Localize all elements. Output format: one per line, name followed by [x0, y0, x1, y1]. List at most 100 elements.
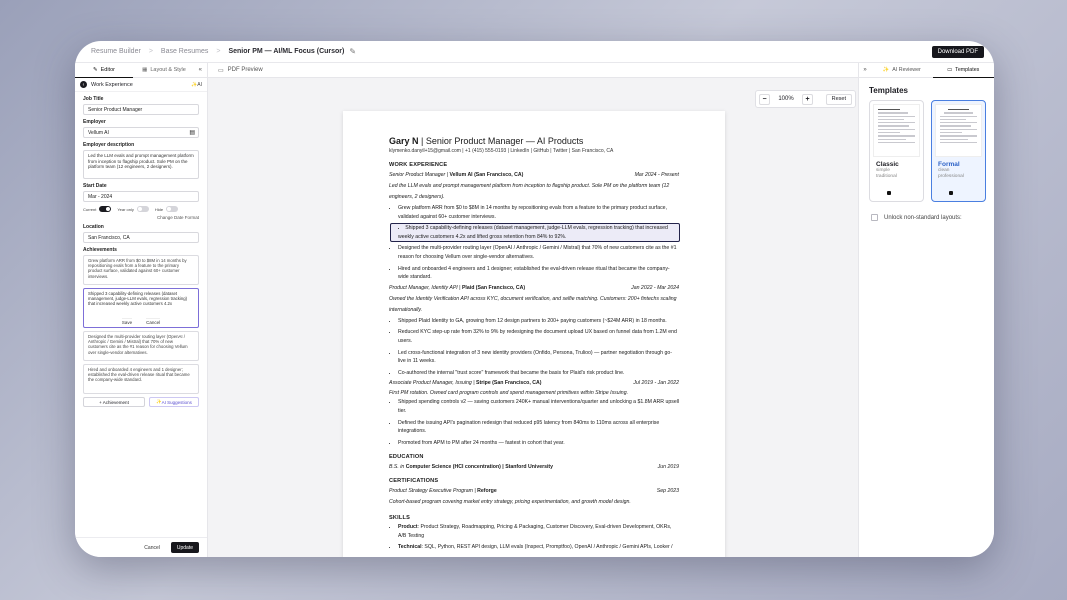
expand-icon[interactable]: »: [859, 63, 871, 78]
download-pdf-button[interactable]: Download PDF: [931, 46, 984, 58]
resume-header: Gary N | Senior Product Manager — AI Pro…: [389, 136, 679, 147]
year-only-label: Year only: [117, 206, 134, 212]
skill-label: Product: [398, 524, 418, 531]
editor-panel: ✎ Editor ▦ Layout & Style « ‹ Work Exper…: [75, 63, 208, 557]
tab-templates[interactable]: ▭ Templates: [932, 63, 994, 78]
breadcrumb-root[interactable]: Resume Builder: [91, 48, 141, 55]
tab-layout-label: Layout & Style: [150, 67, 186, 73]
bullet-item: Led cross-functional integration of 3 ne…: [398, 349, 679, 366]
templates-heading: Templates: [869, 86, 908, 95]
app-window: Resume Builder > Base Resumes > Senior P…: [75, 41, 994, 557]
skill-value: : Product Strategy, Roadmapping, Pricing…: [398, 524, 672, 539]
tab-editor[interactable]: ✎ Editor: [75, 63, 133, 78]
job-dates: Jul 2019 - Jan 2022: [633, 380, 679, 387]
job-header: Product Manager, Identity API | Plaid (S…: [389, 285, 679, 292]
update-button[interactable]: Update: [170, 542, 199, 553]
year-only-toggle[interactable]: [136, 206, 149, 212]
reset-zoom-button[interactable]: Reset: [825, 93, 852, 105]
achievement-item[interactable]: Designed the multi-provider routing laye…: [83, 331, 199, 361]
template-name: Formal: [938, 161, 960, 168]
color-swatch[interactable]: [887, 191, 891, 195]
hide-toggle[interactable]: [166, 206, 179, 212]
bullet-item: Promoted from APM to PM after 24 months …: [398, 439, 679, 448]
achievement-item[interactable]: Hired and onboarded 4 engineers and 1 de…: [83, 364, 199, 394]
ai-suggestions-button[interactable]: ✨ AI Suggestions: [149, 397, 199, 407]
employer-description-textarea[interactable]: Led the LLM evals and prompt management …: [83, 150, 199, 179]
achievement-item[interactable]: Grew platform ARR from $0 to $8M in 14 m…: [83, 255, 199, 285]
breadcrumb-separator: >: [216, 48, 221, 55]
collapse-icon[interactable]: «: [199, 67, 202, 73]
unlock-layouts-checkbox[interactable]: [871, 214, 878, 221]
education-heading: EDUCATION: [389, 454, 424, 461]
template-icon: ▭: [947, 66, 953, 73]
zoom-level: 100%: [778, 96, 794, 102]
change-date-format-link[interactable]: Change Date Format: [83, 215, 199, 220]
bullet-item: Reduced KYC step-up rate from 32% to 9% …: [398, 328, 679, 345]
start-date-label: Start Date: [83, 183, 107, 189]
top-bar: Resume Builder > Base Resumes > Senior P…: [75, 41, 994, 63]
ai-label: AI: [197, 81, 202, 88]
color-swatch[interactable]: [949, 191, 953, 195]
pencil-icon[interactable]: ✎: [349, 47, 356, 56]
skill-label: Technical: [398, 544, 422, 551]
job-header: Senior Product Manager | Vellum AI (San …: [389, 172, 679, 179]
skills-list: Product: Product Strategy, Roadmapping, …: [389, 523, 679, 552]
zoom-out-button[interactable]: −: [759, 93, 770, 105]
bullet-item: Hired and onboarded 4 engineers and 1 de…: [398, 265, 679, 282]
current-toggle[interactable]: [99, 206, 112, 212]
save-button[interactable]: Save: [121, 317, 133, 325]
tab-pdf-preview[interactable]: PDF Preview: [228, 67, 263, 73]
template-card-formal[interactable]: Formal clean professional: [931, 100, 986, 202]
cert-date: Sep 2023: [656, 488, 679, 495]
resume-contact: klymenko.danyil+15@gmail.com | +1 (415) …: [389, 148, 614, 154]
preview-panel: ▭ PDF Preview − 100% + Reset Gary N | Se…: [208, 63, 858, 557]
section-title: Work Experience: [91, 81, 133, 88]
job-employer: Stripe (San Francisco, CA): [476, 380, 542, 387]
employer-input[interactable]: Vellum AI ▤: [83, 127, 199, 138]
template-card-classic[interactable]: Classic simple traditional: [869, 100, 924, 202]
add-achievement-button[interactable]: + Achievement: [83, 397, 145, 407]
employer-description-label: Employer description: [83, 142, 135, 148]
bullet-item: Grew platform ARR from $0 to $8M in 14 m…: [398, 204, 679, 221]
current-label: Current: [83, 206, 97, 212]
back-icon[interactable]: ‹: [80, 81, 87, 88]
employer-label: Employer: [83, 119, 106, 125]
preview-tab-bar: ▭ PDF Preview: [208, 63, 858, 78]
achievement-item-editing[interactable]: Shipped 3 capability-defining releases (…: [83, 288, 199, 328]
skill-value: : SQL, Python, REST API design, LLM eval…: [421, 544, 673, 551]
achievements-label: Achievements: [83, 247, 117, 253]
layout-icon: ▦: [142, 67, 148, 73]
bullet-item: Defined the issuing API's pagination red…: [398, 419, 679, 436]
template-thumbnail: [935, 104, 982, 157]
breadcrumb-parent[interactable]: Base Resumes: [161, 48, 208, 55]
tab-layout-style[interactable]: ▦ Layout & Style: [133, 63, 195, 78]
editor-footer: Cancel Update: [75, 537, 207, 557]
zoom-in-button[interactable]: +: [802, 93, 813, 105]
cancel-edit-button[interactable]: Cancel: [146, 317, 161, 325]
job-title-label: Job Title: [83, 96, 104, 102]
education-degree: B.S. in: [389, 464, 406, 471]
cancel-button[interactable]: Cancel: [139, 542, 165, 553]
job-dates: Jan 2022 - Mar 2024: [631, 284, 679, 291]
resume-title: | Senior Product Manager — AI Products: [418, 136, 584, 146]
template-grid: Classic simple traditional Formal clean …: [869, 100, 994, 202]
bullet-item-highlighted[interactable]: Shipped 3 capability-defining releases (…: [390, 223, 680, 243]
job-header: Associate Product Manager, Issuing | Str…: [389, 380, 679, 387]
location-input[interactable]: San Francisco, CA: [83, 232, 199, 243]
tab-templates-label: Templates: [955, 66, 980, 73]
unlock-layouts-label: Unlock non-standard layouts:: [884, 214, 962, 221]
achievement-edit-text[interactable]: Shipped 3 capability-defining releases (…: [88, 291, 187, 306]
job-bullets: Shipped Plaid Identity to GA, growing fr…: [389, 317, 679, 378]
tab-editor-label: Editor: [100, 66, 115, 73]
sparkle-icon: ✨: [882, 67, 890, 73]
template-tag: traditional: [876, 174, 897, 179]
job-title-input[interactable]: Senior Product Manager: [83, 104, 199, 115]
bullet-item: Shipped Plaid Identity to GA, growing fr…: [398, 317, 679, 326]
certification-row: Product Strategy Executive Program | Ref…: [389, 488, 679, 495]
start-date-input[interactable]: Mar - 2024: [83, 191, 199, 202]
tab-ai-reviewer[interactable]: ✨ AI Reviewer: [871, 63, 933, 78]
resume-page: Gary N | Senior Product Manager — AI Pro…: [343, 111, 725, 557]
breadcrumb-separator: >: [148, 48, 153, 55]
ai-sparkle-button[interactable]: ✨AI: [191, 82, 202, 88]
unlock-layouts-row: Unlock non-standard layouts:: [871, 214, 994, 221]
